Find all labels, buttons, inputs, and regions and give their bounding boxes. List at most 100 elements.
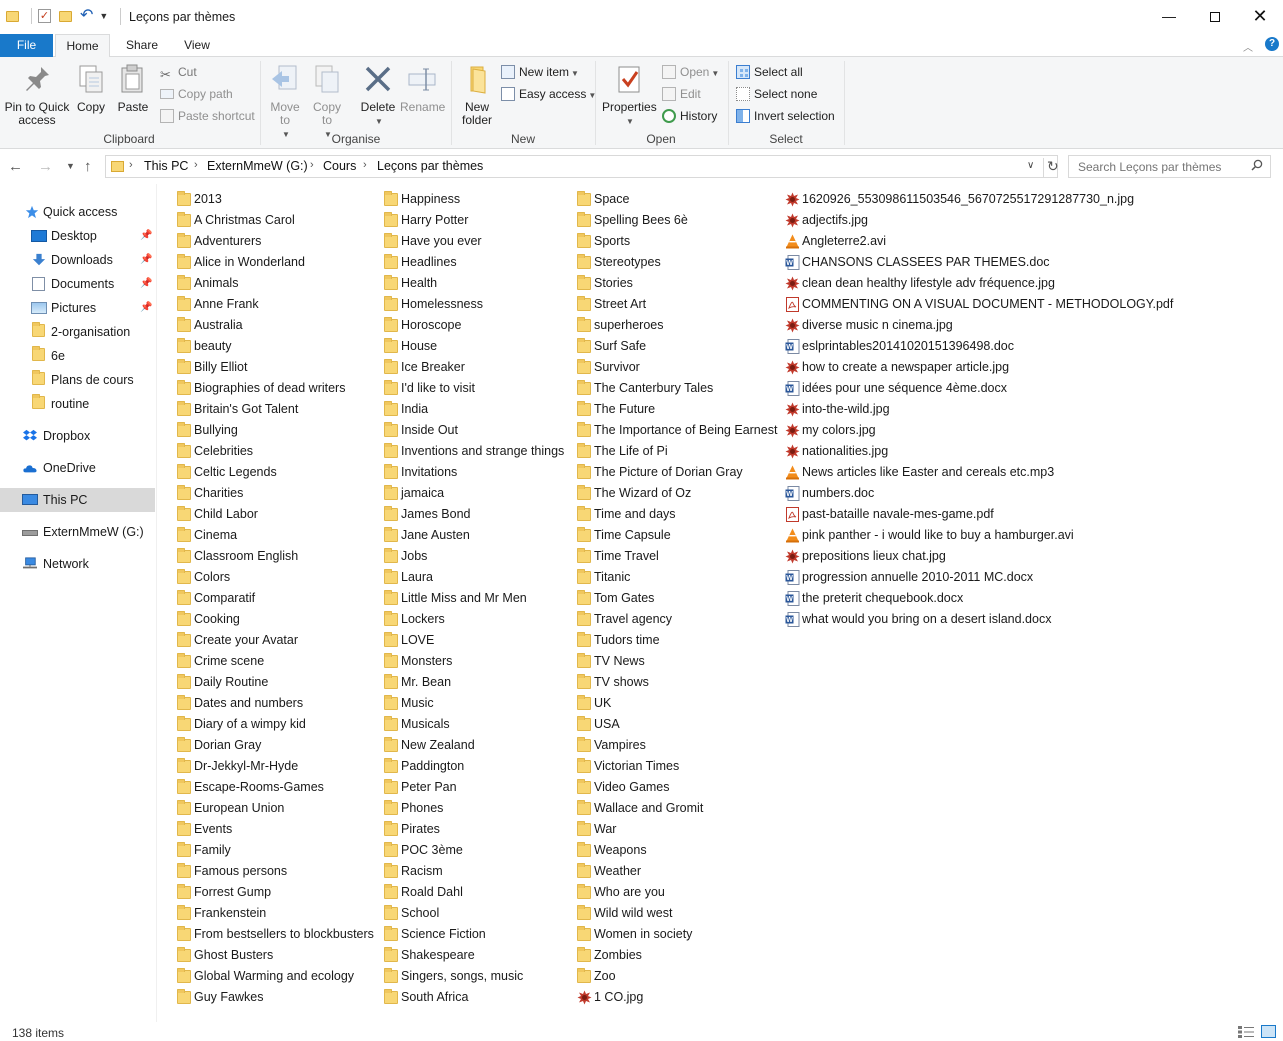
breadcrumb-drive[interactable]: ExternMmeW (G:) xyxy=(207,159,308,173)
recent-locations-chevron-icon[interactable]: ▼ xyxy=(66,161,75,171)
item-count: 138 items xyxy=(12,1026,65,1040)
select-all-label: Select all xyxy=(754,65,803,79)
ribbon-divider xyxy=(595,61,596,145)
refresh-icon[interactable]: ↻ xyxy=(1043,158,1059,177)
item-name: Alice in Wonderland xyxy=(194,255,305,269)
new-folder-quick-icon[interactable] xyxy=(59,10,72,22)
details-view-icon[interactable] xyxy=(1238,1026,1254,1038)
help-icon[interactable]: ? xyxy=(1265,37,1279,51)
item-name: New Zealand xyxy=(401,738,475,752)
nav-documents[interactable]: Documents 📌 xyxy=(0,272,155,296)
nav-this-pc[interactable]: This PC xyxy=(0,488,155,512)
up-arrow-icon[interactable]: ↑ xyxy=(84,158,92,175)
copy-button[interactable]: Copy xyxy=(74,63,108,114)
pin-icon[interactable]: 📌 xyxy=(140,296,152,320)
item-name: Stereotypes xyxy=(594,255,661,269)
edit-button[interactable]: Edit xyxy=(662,85,701,103)
breadcrumb-separator-icon[interactable]: › xyxy=(310,159,314,171)
breadcrumb-separator-icon[interactable]: › xyxy=(194,159,198,171)
paste-button[interactable]: Paste xyxy=(116,63,150,114)
new-item-icon xyxy=(501,65,515,79)
tab-view[interactable]: View xyxy=(172,34,222,57)
folder-icon xyxy=(177,506,191,521)
nav-dropbox[interactable]: Dropbox xyxy=(0,424,155,448)
select-all-button[interactable]: Select all xyxy=(736,63,803,81)
navigation-pane: Quick access Desktop 📌 Downloads 📌 Docum… xyxy=(0,184,157,1022)
breadcrumb-this-pc[interactable]: This PC xyxy=(144,159,188,173)
breadcrumb-cours[interactable]: Cours xyxy=(323,159,356,173)
folder-icon xyxy=(177,737,191,752)
properties-quick-icon[interactable]: ✓ xyxy=(38,9,51,23)
folder-icon xyxy=(384,296,398,311)
pin-to-quick-access-button[interactable]: Pin to Quick access xyxy=(4,63,70,127)
nav-desktop[interactable]: Desktop 📌 xyxy=(0,224,155,248)
open-button[interactable]: Open ▼ xyxy=(662,63,719,81)
pin-icon[interactable]: 📌 xyxy=(140,272,152,296)
maximize-button[interactable] xyxy=(1192,0,1238,33)
folder-icon xyxy=(577,506,591,521)
nav-recent-plans-de-cours[interactable]: Plans de cours xyxy=(0,368,155,392)
forward-arrow-icon[interactable]: → xyxy=(38,158,53,175)
history-button[interactable]: History xyxy=(662,107,717,125)
address-dropdown-icon[interactable]: ∨ xyxy=(1027,160,1034,171)
back-arrow-icon[interactable]: ← xyxy=(8,158,23,175)
search-input[interactable] xyxy=(1069,156,1249,177)
properties-button[interactable]: Properties ▼ xyxy=(602,63,657,128)
folder-icon xyxy=(384,884,398,899)
item-name: Animals xyxy=(194,276,239,290)
item-name: Jobs xyxy=(401,549,428,563)
breadcrumb-separator-icon[interactable]: › xyxy=(363,159,367,171)
pdf-icon xyxy=(785,507,800,522)
folder-icon xyxy=(577,296,591,311)
select-none-button[interactable]: Select none xyxy=(736,85,817,103)
nav-downloads[interactable]: Downloads 📌 xyxy=(0,248,155,272)
folder-icon xyxy=(577,443,591,458)
minimize-button[interactable]: — xyxy=(1146,0,1192,33)
tab-file[interactable]: File xyxy=(0,34,53,57)
item-name: Victorian Times xyxy=(594,759,680,773)
rename-button[interactable]: Rename xyxy=(400,63,445,114)
move-to-button[interactable]: Move to ▼ xyxy=(266,63,304,141)
nav-recent-2-organisation[interactable]: 2-organisation xyxy=(0,320,155,344)
pin-icon[interactable]: 📌 xyxy=(140,224,152,248)
nav-recent-routine[interactable]: routine xyxy=(0,392,155,416)
new-folder-button[interactable]: New folder xyxy=(457,63,497,127)
nav-onedrive[interactable]: OneDrive xyxy=(0,456,155,480)
paste-shortcut-button[interactable]: Paste shortcut xyxy=(160,107,255,125)
copy-path-button[interactable]: Copy path xyxy=(160,85,233,103)
folder-icon xyxy=(177,359,191,374)
folder-icon xyxy=(577,800,591,815)
search-icon[interactable] xyxy=(1251,159,1263,171)
nav-network[interactable]: Network xyxy=(0,552,155,576)
nav-drive[interactable]: ExternMmeW (G:) xyxy=(0,520,155,544)
folder-icon xyxy=(384,653,398,668)
close-button[interactable]: ✕ xyxy=(1237,0,1283,33)
undo-icon[interactable]: ↶ xyxy=(80,8,93,24)
nav-pictures[interactable]: Pictures 📌 xyxy=(0,296,155,320)
item-name: Tudors time xyxy=(594,633,660,647)
address-bar[interactable]: › This PC › ExternMmeW (G:) › Cours › Le… xyxy=(105,155,1059,178)
tab-share[interactable]: Share xyxy=(116,34,168,57)
new-item-button[interactable]: New item ▼ xyxy=(501,63,579,81)
customize-toolbar-dropdown-icon[interactable]: ▼ xyxy=(99,11,108,21)
pin-icon[interactable]: 📌 xyxy=(140,248,152,272)
cut-button[interactable]: ✂ Cut xyxy=(160,63,197,82)
large-icons-view-icon[interactable] xyxy=(1261,1025,1276,1038)
easy-access-button[interactable]: Easy access ▼ xyxy=(501,85,596,103)
item-name: Zombies xyxy=(594,948,642,962)
nav-recent-label: 6e xyxy=(51,349,65,363)
item-name: TV News xyxy=(594,654,645,668)
search-box[interactable] xyxy=(1068,155,1271,178)
breadcrumb-separator-icon[interactable]: › xyxy=(129,159,133,171)
copy-to-button[interactable]: Copy to ▼ xyxy=(308,63,346,141)
tab-home[interactable]: Home xyxy=(55,34,110,58)
collapse-ribbon-icon[interactable]: ︿ xyxy=(1243,39,1253,54)
invert-selection-button[interactable]: Invert selection xyxy=(736,107,835,125)
delete-button[interactable]: Delete ▼ xyxy=(358,63,398,128)
folder-icon xyxy=(384,947,398,962)
image-file-icon xyxy=(785,423,800,438)
breadcrumb-current-folder[interactable]: Leçons par thèmes xyxy=(377,159,483,173)
nav-quick-access[interactable]: Quick access xyxy=(0,200,155,224)
nav-recent-6e[interactable]: 6e xyxy=(0,344,155,368)
folder-icon xyxy=(177,233,191,248)
